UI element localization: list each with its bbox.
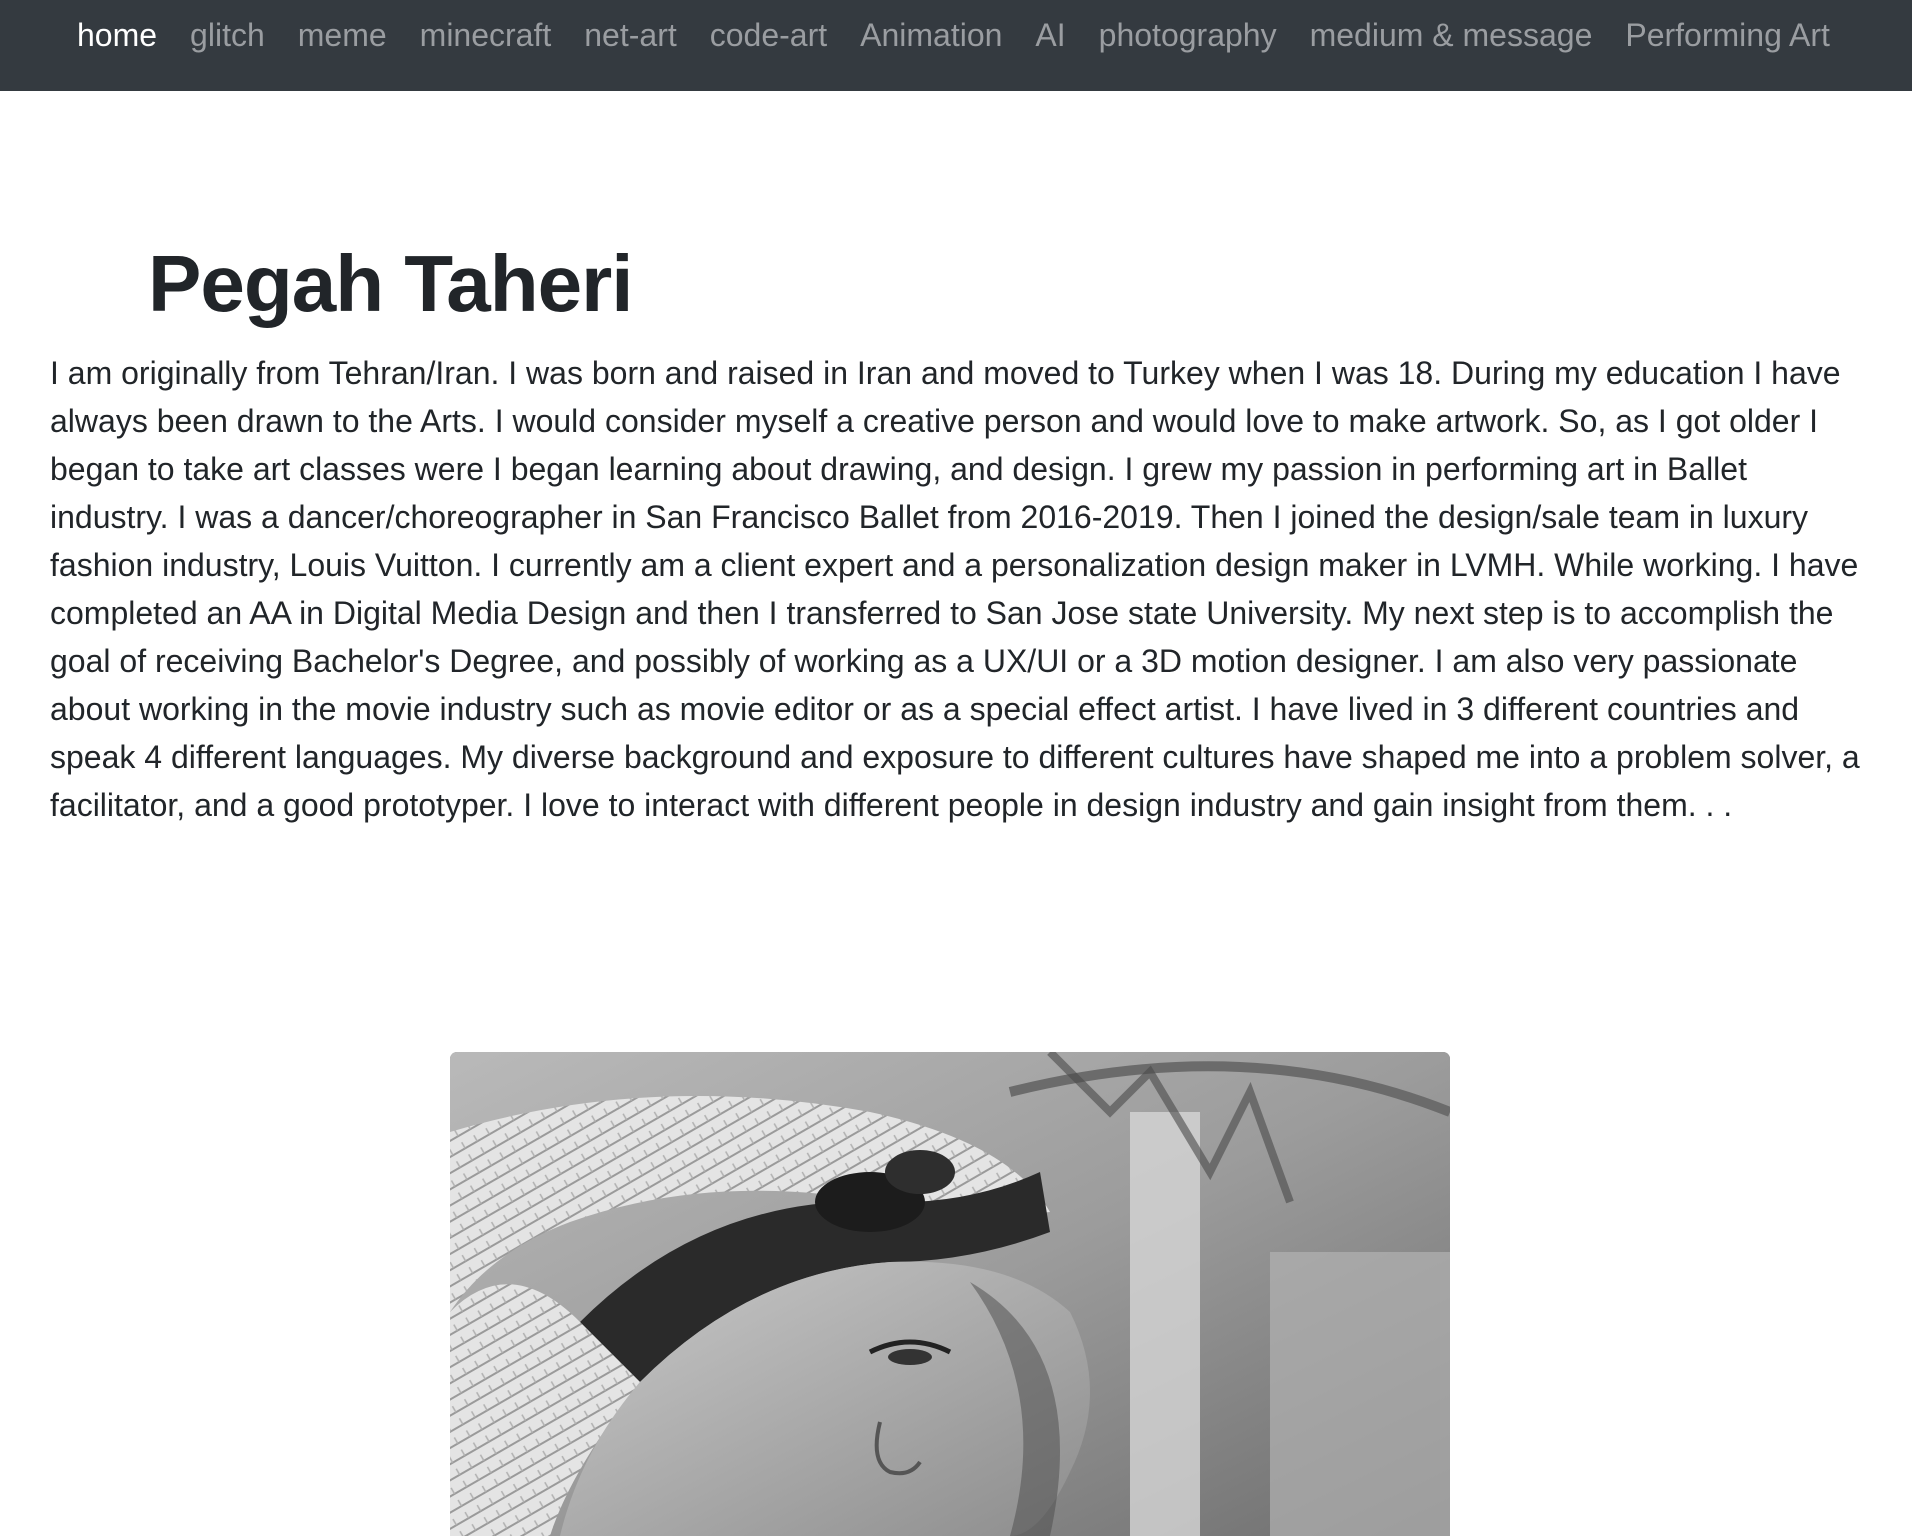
nav-item-minecraft[interactable]: minecraft bbox=[420, 17, 552, 54]
nav-item-meme[interactable]: meme bbox=[298, 17, 387, 54]
nav-item-performing-art[interactable]: Performing Art bbox=[1625, 17, 1830, 54]
portrait-photo-illustration bbox=[450, 1052, 1450, 1536]
portrait-photo bbox=[450, 1052, 1450, 1536]
nav-item-net-art[interactable]: net-art bbox=[584, 17, 676, 54]
bio-paragraph: I am originally from Tehran/Iran. I was … bbox=[50, 355, 1860, 823]
nav-item-ai[interactable]: AI bbox=[1035, 17, 1065, 54]
nav-item-animation[interactable]: Animation bbox=[860, 17, 1002, 54]
top-navbar: home glitch meme minecraft net-art code-… bbox=[0, 0, 1912, 91]
page-title: Pegah Taheri bbox=[148, 239, 633, 328]
nav-item-photography[interactable]: photography bbox=[1099, 17, 1277, 54]
nav-item-code-art[interactable]: code-art bbox=[710, 17, 827, 54]
nav-item-glitch[interactable]: glitch bbox=[190, 17, 265, 54]
nav-item-medium-message[interactable]: medium & message bbox=[1310, 17, 1593, 54]
nav-item-home[interactable]: home bbox=[77, 17, 157, 54]
nav-list: home glitch meme minecraft net-art code-… bbox=[77, 0, 1830, 70]
